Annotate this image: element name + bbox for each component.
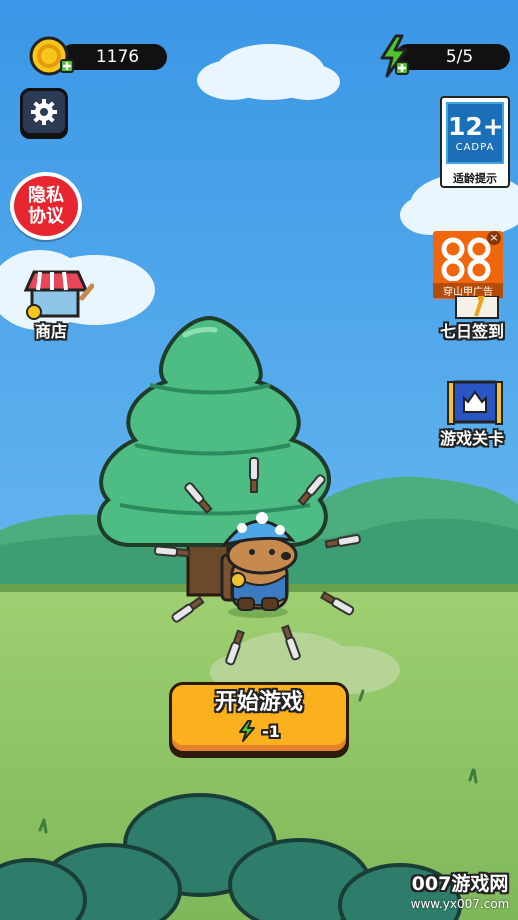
calendar-icon (455, 296, 499, 319)
start-cost-value: -1 (262, 721, 280, 741)
game-scene: 1176 5/5 隐私 协议 商店 12+ CADPA 适龄提示 穿山甲广告 ×… (0, 0, 518, 920)
gear-icon (31, 99, 57, 125)
ad-logo-icon (441, 237, 491, 281)
watermark: 007游戏网 www.yx007.com (404, 872, 516, 912)
age-rating-panel: 12+ CADPA (446, 102, 504, 164)
age-rating-caption: 适龄提示 (453, 172, 497, 185)
checkin-label: 七日签到 (440, 322, 505, 341)
coin-value: 1176 (95, 47, 140, 67)
energy-icon (380, 34, 409, 78)
shop-button[interactable]: 商店 (18, 268, 98, 341)
age-rating-value: 12+ (448, 112, 504, 141)
castle-banner-icon (447, 380, 503, 425)
coin-icon (29, 36, 74, 76)
game-levels-button[interactable]: 游戏关卡 (436, 380, 518, 450)
seven-day-checkin-button[interactable]: 七日签到 (436, 296, 518, 341)
ad-close-button[interactable]: × (487, 231, 501, 245)
lightning-icon (239, 720, 256, 742)
start-game-label: 开始游戏 (214, 690, 303, 715)
age-rating-badge: 12+ CADPA 适龄提示 (440, 96, 510, 188)
watermark-url: www.yx007.com (410, 897, 510, 911)
ad-banner[interactable]: 穿山甲广告 × (433, 231, 503, 299)
start-cost: -1 (238, 720, 280, 742)
settings-button[interactable] (20, 88, 68, 136)
privacy-label-line1: 隐私 (28, 185, 64, 206)
age-rating-org: CADPA (455, 142, 495, 153)
privacy-label-line2: 协议 (28, 206, 64, 227)
shop-stall-icon (23, 270, 94, 320)
coin-counter: 1176 (60, 44, 167, 70)
energy-value: 5/5 (445, 47, 474, 67)
shop-label: 商店 (35, 322, 68, 341)
privacy-policy-button[interactable]: 隐私 协议 (10, 172, 82, 240)
levels-label: 游戏关卡 (440, 429, 505, 448)
start-game-button[interactable]: 开始游戏 -1 (169, 682, 349, 754)
watermark-brand: 007游戏网 (411, 873, 509, 895)
